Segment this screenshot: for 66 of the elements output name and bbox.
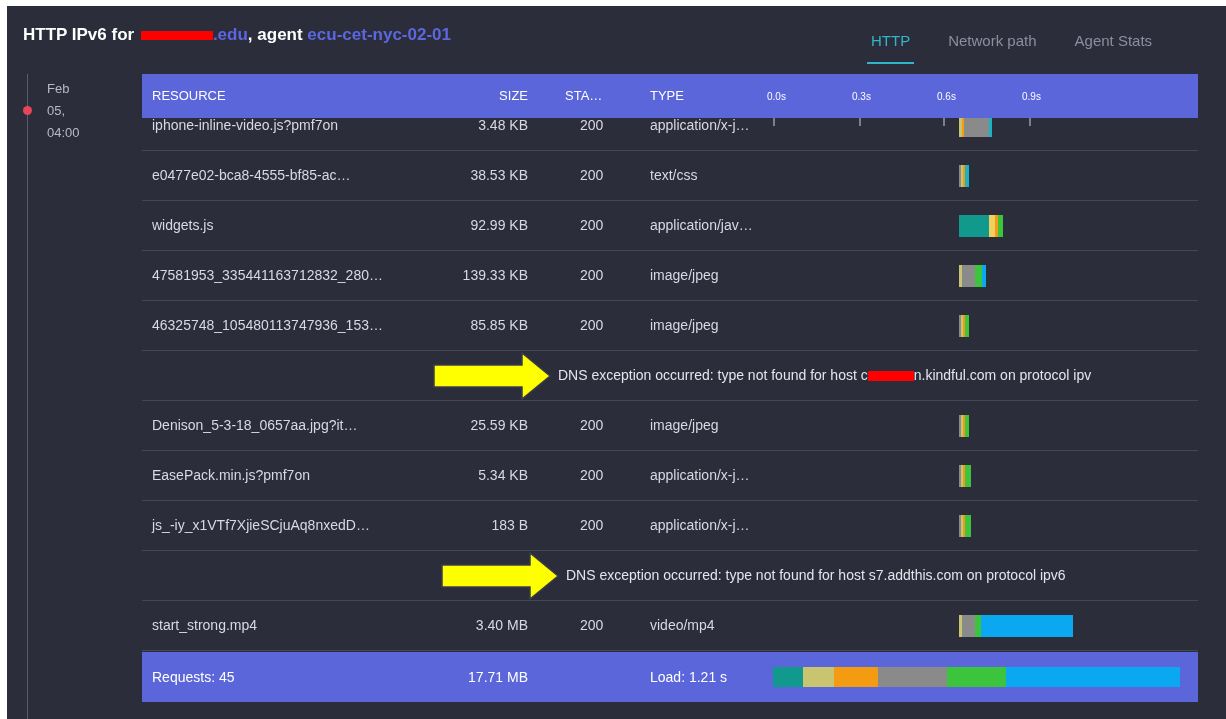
table-cell-text: 200 bbox=[579, 416, 605, 435]
tab[interactable]: Network path bbox=[944, 20, 1041, 64]
table-cell-text: 200 bbox=[579, 116, 605, 135]
waterfall-bar bbox=[959, 264, 986, 287]
table-cell-text: application/x-j… bbox=[649, 466, 751, 485]
table-cell-text: application/x-j… bbox=[649, 116, 751, 135]
load-time: Load: 1.21 s bbox=[649, 667, 729, 687]
column-header[interactable]: RESOURCE bbox=[142, 86, 440, 106]
error-message: n.kindful.com on protocol ipv bbox=[913, 366, 1092, 385]
table-cell-text: 200 bbox=[579, 316, 605, 335]
table-cell-text: js_-iy_x1VTf7XjieSCjuAq8nxedD… bbox=[150, 516, 371, 535]
table-cell-text: 3.40 MB bbox=[474, 616, 528, 635]
table-cell-text: 200 bbox=[579, 166, 605, 185]
table-cell-text: 200 bbox=[579, 466, 605, 485]
table-cell-text: iphone-inline-video.js?pmf7on bbox=[151, 116, 339, 135]
table-cell-text: text/css bbox=[649, 166, 699, 185]
table-cell-text: 200 bbox=[579, 616, 605, 635]
error-message: DNS exception occurred: type not found for host c bbox=[558, 366, 868, 385]
column-header[interactable]: TYPE bbox=[640, 86, 760, 106]
timeline-date: Feb 05, 04:00 bbox=[47, 80, 81, 142]
table-cell-text: 200 bbox=[579, 516, 605, 535]
table-cell-text: 38.53 KB bbox=[469, 166, 528, 185]
waterfall-bar bbox=[959, 514, 971, 537]
table-cell-text: Denison_5-3-18_0657aa.jpg?it… bbox=[151, 416, 359, 435]
timeline-marker-icon bbox=[23, 106, 32, 115]
tab[interactable]: Agent Stats bbox=[1070, 20, 1157, 64]
title-text: , agent bbox=[247, 24, 304, 47]
table-cell-text: widgets.js bbox=[151, 216, 215, 235]
table-cell-text: 25.59 KB bbox=[469, 416, 528, 435]
waterfall-bar bbox=[959, 164, 969, 187]
request-count: Requests: 45 bbox=[151, 667, 236, 687]
table-cell-text: start_strong.mp4 bbox=[151, 616, 259, 635]
axis-label: 0.9s bbox=[1022, 90, 1041, 104]
table-cell-text: 200 bbox=[579, 266, 605, 285]
table-cell-text: e0477e02-bca8-4555-bf85-ac… bbox=[151, 166, 352, 185]
title-text: HTTP IPv6 for bbox=[23, 24, 136, 47]
table-cell-text: 200 bbox=[579, 216, 605, 235]
table-cell-text: 139.33 KB bbox=[461, 266, 528, 285]
agent-link[interactable]: ecu-cet-nyc-02-01 bbox=[307, 22, 451, 48]
total-size: 17.71 MB bbox=[467, 667, 528, 687]
table-cell-text: image/jpeg bbox=[649, 266, 720, 285]
axis-label: 0.3s bbox=[852, 90, 871, 104]
axis-label: 0.0s bbox=[767, 90, 786, 104]
waterfall-bar bbox=[959, 464, 971, 487]
table-cell-text: 183 B bbox=[490, 516, 528, 535]
table-cell-text: video/mp4 bbox=[649, 616, 716, 635]
table-cell-text: image/jpeg bbox=[649, 416, 720, 435]
table-cell-text: 85.85 KB bbox=[469, 316, 528, 335]
waterfall-bar bbox=[959, 214, 1003, 237]
table-cell-text: 46325748_105480113747936_153… bbox=[151, 316, 384, 335]
waterfall-bar bbox=[959, 414, 969, 437]
axis-label: 0.6s bbox=[937, 90, 956, 104]
waterfall-bar bbox=[959, 314, 969, 337]
table-cell-text: EasePack.min.js?pmf7on bbox=[151, 466, 311, 485]
table-cell-text: application/jav… bbox=[649, 216, 754, 235]
error-message: DNS exception occurred: type not found for host s7.addthis.com on protocol ipv6 bbox=[566, 566, 1066, 585]
table-cell-text: 5.34 KB bbox=[477, 466, 528, 485]
tab[interactable]: HTTP bbox=[867, 20, 915, 64]
domain-link[interactable]: .edu bbox=[212, 22, 248, 48]
table-cell-text: application/x-j… bbox=[649, 516, 751, 535]
column-header[interactable]: STA… bbox=[528, 86, 640, 106]
table-cell-text: image/jpeg bbox=[649, 316, 720, 335]
column-header[interactable]: SIZE bbox=[440, 86, 528, 106]
table-cell-text: 92.99 KB bbox=[469, 216, 528, 235]
table-cell-text: 47581953_335441163712832_280… bbox=[151, 266, 384, 285]
table-cell-text: 3.48 KB bbox=[477, 116, 528, 135]
